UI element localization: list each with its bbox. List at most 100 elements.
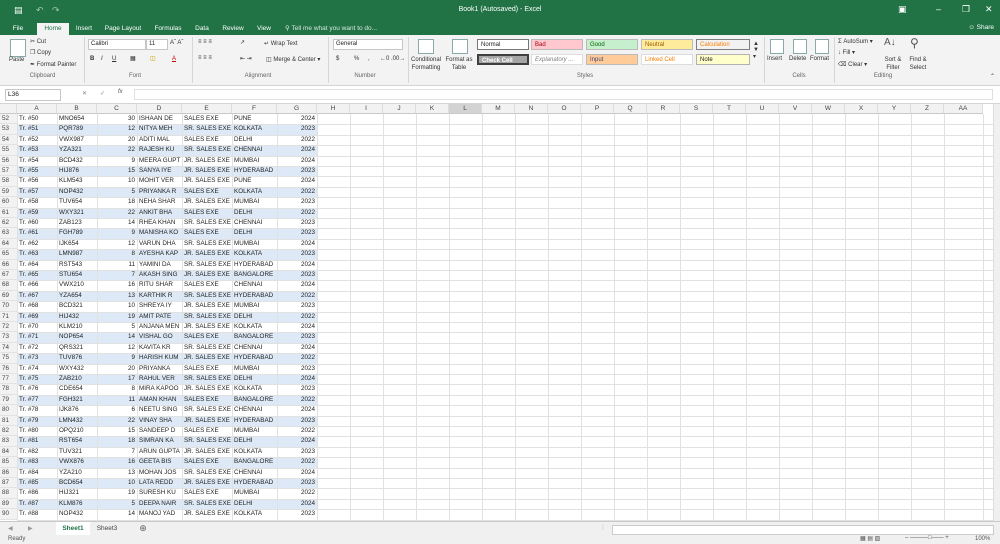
- table-cell[interactable]: PRIYANKA R: [137, 187, 185, 197]
- column-header[interactable]: V: [779, 104, 812, 114]
- table-cell[interactable]: SANYA IYE: [137, 166, 185, 176]
- row-header[interactable]: 68: [0, 280, 17, 291]
- table-cell[interactable]: CHENNAI: [232, 405, 277, 415]
- table-cell[interactable]: MANISHA KO: [137, 228, 185, 238]
- table-cell[interactable]: KOLKATA: [232, 322, 277, 332]
- row-header[interactable]: 77: [0, 374, 17, 385]
- table-cell[interactable]: Tr. #80: [17, 426, 57, 436]
- table-cell[interactable]: CHENNAI: [232, 145, 277, 155]
- table-cell[interactable]: KOLKATA: [232, 509, 277, 519]
- table-cell[interactable]: MUMBAI: [232, 197, 277, 207]
- table-cell[interactable]: 2023: [277, 270, 317, 280]
- row-header[interactable]: 73: [0, 332, 17, 343]
- table-cell[interactable]: YZA210: [57, 468, 97, 478]
- table-cell[interactable]: Tr. #78: [17, 405, 57, 415]
- table-cell[interactable]: 2024: [277, 145, 317, 155]
- format-as-table-button[interactable]: Format as Table: [443, 56, 475, 72]
- tab-insert[interactable]: Insert: [72, 23, 96, 35]
- table-cell[interactable]: Tr. #81: [17, 436, 57, 446]
- table-cell[interactable]: SR. SALES EXE: [182, 343, 232, 353]
- table-cell[interactable]: 2023: [277, 384, 317, 394]
- insert-function-icon[interactable]: fx: [118, 89, 123, 95]
- column-header[interactable]: G: [277, 104, 317, 114]
- vertical-scrollbar[interactable]: [993, 104, 1000, 521]
- table-cell[interactable]: SALES EXE: [182, 426, 232, 436]
- table-cell[interactable]: JR. SALES EXE: [182, 197, 232, 207]
- table-cell[interactable]: CHENNAI: [232, 468, 277, 478]
- table-cell[interactable]: KOLKATA: [232, 384, 277, 394]
- find-select-icon[interactable]: ⚲: [910, 36, 919, 50]
- table-cell[interactable]: JR. SALES EXE: [182, 270, 232, 280]
- column-header[interactable]: D: [137, 104, 182, 114]
- table-cell[interactable]: HYDERABAD: [232, 353, 277, 363]
- table-cell[interactable]: BANGALORE: [232, 332, 277, 342]
- table-cell[interactable]: Tr. #58: [17, 197, 57, 207]
- table-cell[interactable]: YZA321: [57, 145, 97, 155]
- table-cell[interactable]: SR. SALES EXE: [182, 468, 232, 478]
- row-header[interactable]: 56: [0, 155, 17, 166]
- table-cell[interactable]: JR. SALES EXE: [182, 384, 232, 394]
- table-cell[interactable]: NEHA SHAR: [137, 197, 185, 207]
- row-header[interactable]: 59: [0, 186, 17, 198]
- row-header[interactable]: 84: [0, 446, 17, 458]
- table-cell[interactable]: 18: [97, 197, 137, 207]
- table-cell[interactable]: Tr. #59: [17, 208, 57, 218]
- column-header[interactable]: J: [383, 104, 416, 114]
- table-cell[interactable]: 2022: [277, 426, 317, 436]
- tab-split-handle[interactable]: ⋮: [600, 524, 606, 531]
- insert-button[interactable]: Insert: [767, 56, 782, 62]
- table-cell[interactable]: YZA654: [57, 291, 97, 301]
- table-cell[interactable]: HYDERABAD: [232, 478, 277, 488]
- table-cell[interactable]: 5: [97, 499, 137, 509]
- table-cell[interactable]: MEERA GUPT: [137, 156, 185, 166]
- table-cell[interactable]: KLM543: [57, 176, 97, 186]
- table-cell[interactable]: 2023: [277, 478, 317, 488]
- table-cell[interactable]: 2023: [277, 218, 317, 228]
- table-cell[interactable]: Tr. #75: [17, 374, 57, 384]
- table-cell[interactable]: VWX987: [57, 135, 97, 145]
- row-header[interactable]: 53: [0, 124, 17, 135]
- align-left-icon[interactable]: ≡ ≡ ≡: [198, 55, 212, 61]
- table-cell[interactable]: Tr. #68: [17, 301, 57, 311]
- name-box[interactable]: L36: [5, 89, 61, 101]
- column-header[interactable]: Q: [614, 104, 647, 114]
- table-cell[interactable]: SURESH KU: [137, 488, 185, 498]
- style-explanatory[interactable]: Explanatory ...: [531, 54, 583, 65]
- column-header[interactable]: U: [746, 104, 779, 114]
- table-cell[interactable]: KAVITA KR: [137, 343, 185, 353]
- font-name-select[interactable]: Calibri: [88, 39, 146, 50]
- table-cell[interactable]: BCD654: [57, 478, 97, 488]
- table-cell[interactable]: Tr. #77: [17, 395, 57, 405]
- table-cell[interactable]: ISHAAN DE: [137, 114, 185, 124]
- table-cell[interactable]: MOHIT VER: [137, 176, 185, 186]
- table-cell[interactable]: NOP432: [57, 187, 97, 197]
- row-header[interactable]: 72: [0, 322, 17, 333]
- style-normal[interactable]: Normal: [477, 39, 529, 50]
- table-cell[interactable]: HYDERABAD: [232, 416, 277, 426]
- table-cell[interactable]: 2023: [277, 124, 317, 134]
- table-cell[interactable]: DELHI: [232, 208, 277, 218]
- fill-color-icon[interactable]: ◫: [150, 55, 156, 62]
- table-cell[interactable]: 15: [97, 426, 137, 436]
- sort-filter-icon[interactable]: A↓: [884, 37, 896, 48]
- enter-icon[interactable]: ✓: [100, 90, 105, 97]
- styles-scroll-icon[interactable]: ▲ ▼ ▾: [753, 41, 759, 60]
- tab-view[interactable]: View: [254, 23, 274, 35]
- clear-button[interactable]: ⌫ Clear ▾: [838, 61, 867, 68]
- table-cell[interactable]: SR. SALES EXE: [182, 312, 232, 322]
- table-cell[interactable]: WXY432: [57, 364, 97, 374]
- table-cell[interactable]: DELHI: [232, 312, 277, 322]
- table-cell[interactable]: 2023: [277, 301, 317, 311]
- borders-icon[interactable]: ▦: [130, 55, 136, 62]
- table-cell[interactable]: SR. SALES EXE: [182, 374, 232, 384]
- table-cell[interactable]: Tr. #65: [17, 270, 57, 280]
- table-cell[interactable]: Tr. #52: [17, 135, 57, 145]
- table-cell[interactable]: 12: [97, 124, 137, 134]
- table-cell[interactable]: 2022: [277, 395, 317, 405]
- table-cell[interactable]: RAHUL VER: [137, 374, 185, 384]
- font-color-icon[interactable]: A: [172, 56, 176, 62]
- table-cell[interactable]: 2024: [277, 322, 317, 332]
- table-cell[interactable]: 22: [97, 145, 137, 155]
- table-cell[interactable]: SALES EXE: [182, 364, 232, 374]
- table-cell[interactable]: SR. SALES EXE: [182, 239, 232, 249]
